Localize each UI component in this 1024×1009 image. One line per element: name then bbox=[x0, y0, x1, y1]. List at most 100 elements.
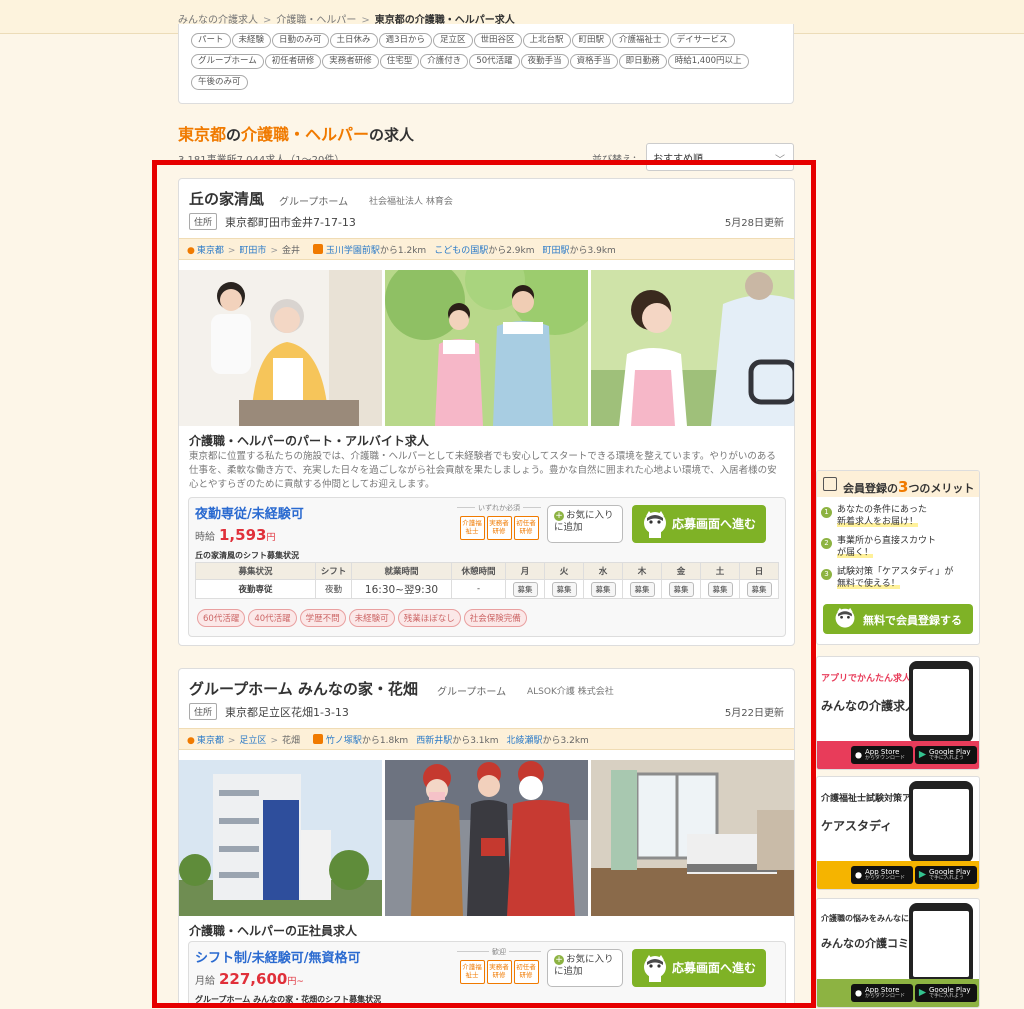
facility-photo bbox=[591, 270, 794, 426]
apply-button[interactable]: 応募画面へ進む bbox=[632, 505, 766, 543]
station-link[interactable]: こどもの国駅 bbox=[434, 246, 488, 256]
shift-status-label: 丘の家清風のシフト募集状況 bbox=[195, 551, 299, 560]
location-bar: ● 東京都 > 町田市 > 金井 玉川学園前駅から1.2km こどもの国駅から2.9km 町田… bbox=[179, 238, 794, 260]
filter-tag[interactable]: 土日休み bbox=[329, 33, 378, 48]
loc-pref-link[interactable]: 東京都 bbox=[197, 736, 224, 746]
job-card[interactable]: 丘の家清風 グループホーム 社会福祉法人 林育会 住所 東京都町田市金井7-17… bbox=[178, 178, 795, 646]
plus-icon: + bbox=[554, 955, 564, 965]
app-banner-care-study[interactable]: 介護福祉士試験対策アプリ ケアスタディ App Store からダウンロード Go… bbox=[816, 776, 980, 890]
result-title: 東京都の介護職・ヘルパーの求人 bbox=[178, 125, 415, 144]
filter-tag[interactable]: 上北台駅 bbox=[522, 33, 571, 48]
app-banner-community[interactable]: 介護職の悩みをみんなに相談出来る! みんなの介護コミュニティ App Store… bbox=[816, 898, 980, 1008]
station-link[interactable]: 玉川学園前駅 bbox=[326, 246, 380, 256]
facility-name[interactable]: 丘の家清風 bbox=[189, 188, 264, 209]
google-play-button[interactable]: Google Play で手に入れよう bbox=[915, 984, 977, 1002]
phone-image bbox=[909, 781, 973, 863]
filter-tag[interactable]: 資格手当 bbox=[569, 54, 618, 69]
merit-item: 3 試験対策「ケアスタディ」が 無料で使える！ bbox=[817, 566, 979, 590]
loc-city-link[interactable]: 足立区 bbox=[239, 736, 266, 746]
google-play-button[interactable]: Google Play で手に入れよう bbox=[915, 866, 977, 884]
app-store-button[interactable]: App Store からダウンロード bbox=[851, 746, 913, 764]
shift-status-label: グループホーム みんなの家・花畑のシフト募集状況 bbox=[195, 995, 382, 1004]
station-link[interactable]: 竹ノ塚駅 bbox=[326, 736, 362, 746]
qualification-badge: 実務者研修 bbox=[486, 960, 512, 984]
merit-item: 2 事業所から直接スカウト が届く！ bbox=[817, 535, 979, 559]
apple-icon bbox=[855, 990, 862, 997]
filter-tag[interactable]: 夜勤手当 bbox=[520, 54, 569, 69]
filter-tag[interactable]: 未経験 bbox=[231, 33, 272, 48]
filter-tag[interactable]: 時給1,400円以上 bbox=[667, 54, 749, 69]
apply-button[interactable]: 応募画面へ進む bbox=[632, 949, 766, 987]
app-banner-job-search[interactable]: アプリでかんたん求人検索! みんなの介護求人 App Store からダウンロード… bbox=[816, 656, 980, 770]
app-store-button[interactable]: App Store からダウンロード bbox=[851, 984, 913, 1002]
filter-tag[interactable]: 週3日から bbox=[378, 33, 432, 48]
apple-icon bbox=[855, 872, 862, 879]
job-heading[interactable]: 介護職・ヘルパーの正社員求人 bbox=[189, 922, 357, 939]
filter-tag[interactable]: パート bbox=[191, 33, 231, 48]
filter-tag[interactable]: 世田谷区 bbox=[473, 33, 522, 48]
plus-icon: + bbox=[554, 511, 564, 521]
facility-photos bbox=[179, 270, 794, 426]
filter-tag[interactable]: 即日勤務 bbox=[618, 54, 667, 69]
filter-tag[interactable]: 住宅型 bbox=[379, 54, 420, 69]
cat-mascot-icon bbox=[644, 511, 666, 538]
chevron-down-icon: ﹀ bbox=[775, 155, 785, 166]
qualification-badge: 初任者研修 bbox=[513, 516, 539, 540]
filter-tag[interactable]: 町田駅 bbox=[571, 33, 612, 48]
recruit-status-pill: 募集 bbox=[590, 581, 616, 597]
filter-tag[interactable]: 実務者研修 bbox=[322, 54, 379, 69]
filter-tag[interactable]: 午後のみ可 bbox=[191, 75, 248, 90]
recruit-status-pill: 募集 bbox=[746, 581, 772, 597]
facility-name[interactable]: グループホーム みんなの家・花畑 bbox=[189, 678, 418, 699]
facility-type: グループホーム bbox=[279, 197, 349, 208]
updated-date: 5月22日更新 bbox=[724, 708, 784, 719]
loc-city-link[interactable]: 町田市 bbox=[239, 246, 266, 256]
job-heading[interactable]: 介護職・ヘルパーのパート・アルバイト求人 bbox=[189, 432, 429, 449]
register-button[interactable]: 無料で会員登録する bbox=[823, 604, 973, 634]
filter-tag[interactable]: 介護福祉士 bbox=[612, 33, 669, 48]
phone-image bbox=[909, 661, 973, 743]
phone-image bbox=[909, 903, 973, 985]
google-play-button[interactable]: Google Play で手に入れよう bbox=[915, 746, 977, 764]
wage: 月給 227,600円~ bbox=[195, 970, 304, 988]
recruit-status-pill: 募集 bbox=[551, 581, 577, 597]
facility-photos bbox=[179, 760, 794, 916]
app-store-button[interactable]: App Store からダウンロード bbox=[851, 866, 913, 884]
filter-tag[interactable]: 介護付き bbox=[420, 54, 469, 69]
wage: 時給 1,593円 bbox=[195, 526, 276, 544]
filter-tag[interactable]: グループホーム bbox=[191, 54, 264, 69]
job-card[interactable]: グループホーム みんなの家・花畑 グループホーム ALSOK介護 株式会社 住所… bbox=[178, 668, 795, 1008]
facility-photo bbox=[179, 270, 382, 426]
facility-type: グループホーム bbox=[437, 687, 507, 698]
recruit-status-pill: 募集 bbox=[512, 581, 538, 597]
job-conditions[interactable]: シフト制/未経験可/無資格可 bbox=[195, 947, 361, 966]
google-play-icon bbox=[918, 870, 927, 879]
address: 東京都町田市金井7-17-13 bbox=[225, 216, 356, 229]
filter-tag-box: パート 未経験 日勤のみ可 土日休み 週3日から 足立区 世田谷区 上北台駅 町田駅 介護福祉士デ… bbox=[178, 24, 794, 104]
job-conditions[interactable]: 夜勤専従/未経験可 bbox=[195, 503, 304, 522]
filter-tag[interactable]: 初任者研修 bbox=[264, 54, 322, 69]
train-icon bbox=[312, 244, 323, 254]
station-link[interactable]: 北綾瀬駅 bbox=[507, 736, 543, 746]
station-link[interactable]: 町田駅 bbox=[543, 246, 570, 256]
filter-tag[interactable]: 足立区 bbox=[432, 33, 473, 48]
filter-tag[interactable]: 日勤のみ可 bbox=[272, 33, 329, 48]
feature-tag: 60代活躍 bbox=[197, 609, 246, 627]
address-tag: 住所 bbox=[189, 703, 218, 720]
facility-photo bbox=[385, 270, 588, 426]
facility-photo bbox=[179, 760, 382, 916]
membership-merit-panel: 会員登録の3つのメリット 1 あなたの条件にあった 新着求人をお届け！ 2 事業所から… bbox=[816, 470, 980, 645]
cat-mascot-icon bbox=[644, 955, 666, 982]
location-bar: ● 東京都 > 足立区 > 花畑 竹ノ塚駅から1.8km 西新井駅から3.1km 北綾瀬駅から… bbox=[179, 728, 794, 750]
favorite-button[interactable]: + お気に入りに追加 bbox=[547, 949, 623, 987]
required-qualifications: いずれか必須 介護福祉士 実務者研修 初任者研修 bbox=[457, 503, 541, 540]
station-link[interactable]: 西新井駅 bbox=[416, 736, 452, 746]
google-play-icon bbox=[918, 750, 927, 759]
filter-tag[interactable]: デイサービス bbox=[669, 33, 735, 48]
favorite-button[interactable]: + お気に入りに追加 bbox=[547, 505, 623, 543]
filter-tag[interactable]: 50代活躍 bbox=[469, 54, 520, 69]
job-detail-box: シフト制/未経験可/無資格可 月給 227,600円~ 歓迎 介護福祉士 実務者研… bbox=[188, 941, 786, 1008]
loc-pref-link[interactable]: 東京都 bbox=[197, 246, 224, 256]
sort-select[interactable]: おすすめ順 ﹀ bbox=[646, 143, 794, 171]
updated-date: 5月28日更新 bbox=[724, 218, 784, 229]
